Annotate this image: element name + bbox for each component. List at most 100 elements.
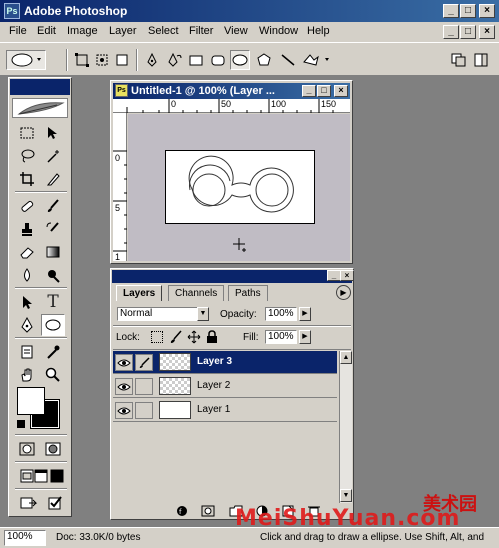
foreground-color-swatch-top[interactable] xyxy=(17,387,45,415)
blend-mode-select[interactable]: Normal xyxy=(117,307,205,321)
layer-name[interactable]: Layer 3 xyxy=(197,356,232,367)
slice-tool[interactable] xyxy=(41,168,65,190)
doc-window-close[interactable]: × xyxy=(334,85,348,97)
opacity-slider-button[interactable]: ▶ xyxy=(299,307,311,321)
menu-layer[interactable]: Layer xyxy=(109,25,137,37)
brush-tool[interactable] xyxy=(41,195,65,217)
history-brush-tool[interactable] xyxy=(41,218,65,240)
opacity-input[interactable]: 100% xyxy=(265,307,297,321)
eraser-tool[interactable] xyxy=(15,241,39,263)
layer-link-toggle[interactable] xyxy=(135,354,153,371)
doc-window-maximize[interactable]: □ xyxy=(317,85,331,97)
menu-edit[interactable]: Edit xyxy=(37,25,56,37)
workspace-button[interactable] xyxy=(471,50,491,70)
adobe-online-button[interactable] xyxy=(12,98,68,118)
layer-row[interactable]: Layer 2 xyxy=(113,375,337,398)
doc-minimize-button[interactable]: _ xyxy=(443,25,459,39)
palette-well-button[interactable] xyxy=(449,50,469,70)
visibility-toggle[interactable] xyxy=(115,354,133,371)
pen-tool-button[interactable] xyxy=(142,50,162,70)
menu-view[interactable]: View xyxy=(224,25,248,37)
blur-tool[interactable] xyxy=(15,264,39,286)
menu-filter[interactable]: Filter xyxy=(189,25,213,37)
rectangle-shape-button[interactable] xyxy=(186,50,206,70)
palette-close[interactable]: × xyxy=(340,270,354,281)
tab-paths[interactable]: Paths xyxy=(228,285,268,301)
custom-shape-button[interactable] xyxy=(300,50,334,70)
layer-row[interactable]: Layer 1 xyxy=(113,399,337,422)
pen-tool[interactable] xyxy=(15,314,39,336)
shape-layers-button[interactable] xyxy=(72,50,92,70)
layer-name[interactable]: Layer 2 xyxy=(197,380,230,391)
doc-window-minimize[interactable]: _ xyxy=(302,85,316,97)
lock-position-checkbox[interactable] xyxy=(187,330,201,347)
checkbox-tool-icon[interactable] xyxy=(43,492,67,514)
ellipse-shape-button[interactable] xyxy=(230,50,250,70)
doc-restore-button[interactable]: □ xyxy=(460,25,476,39)
palette-minimize[interactable]: _ xyxy=(327,270,341,281)
add-mask-button[interactable] xyxy=(201,505,215,517)
lock-image-checkbox[interactable] xyxy=(169,330,183,347)
dodge-tool[interactable] xyxy=(41,264,65,286)
healing-brush-tool[interactable] xyxy=(15,195,39,217)
minimize-button[interactable]: _ xyxy=(443,4,459,18)
move-tool[interactable] xyxy=(41,122,65,144)
doc-close-button[interactable]: × xyxy=(479,25,495,39)
document-info[interactable]: Doc: 33.0K/0 bytes xyxy=(56,532,141,543)
scroll-up-button[interactable]: ▲ xyxy=(340,351,352,364)
layer-link-toggle[interactable] xyxy=(135,402,153,419)
lasso-tool[interactable] xyxy=(15,145,39,167)
line-shape-button[interactable] xyxy=(278,50,298,70)
quick-mask-button[interactable] xyxy=(41,438,65,460)
visibility-toggle[interactable] xyxy=(115,402,133,419)
palette-menu-button[interactable]: ▶ xyxy=(336,285,351,300)
menu-window[interactable]: Window xyxy=(259,25,298,37)
magic-wand-tool[interactable] xyxy=(41,145,65,167)
jump-to-imageready-button[interactable] xyxy=(17,492,41,514)
gradient-tool[interactable] xyxy=(41,241,65,263)
menu-file[interactable]: File xyxy=(9,25,27,37)
layer-link-toggle[interactable] xyxy=(135,378,153,395)
clone-stamp-tool[interactable] xyxy=(15,218,39,240)
menu-image[interactable]: Image xyxy=(67,25,98,37)
menu-select[interactable]: Select xyxy=(148,25,179,37)
zoom-field[interactable]: 100% xyxy=(4,530,46,546)
maximize-button[interactable]: □ xyxy=(460,4,476,18)
type-tool[interactable]: T xyxy=(41,291,65,313)
fill-pixels-button[interactable] xyxy=(112,50,132,70)
marquee-tool[interactable] xyxy=(15,122,39,144)
blend-mode-dropdown[interactable]: ▼ xyxy=(197,307,209,321)
visibility-toggle[interactable] xyxy=(115,378,133,395)
paths-button[interactable] xyxy=(92,50,112,70)
screen-mode-full[interactable] xyxy=(45,465,69,487)
layer-name[interactable]: Layer 1 xyxy=(197,404,230,415)
crop-tool[interactable] xyxy=(15,168,39,190)
menu-help[interactable]: Help xyxy=(307,25,330,37)
tab-layers[interactable]: Layers xyxy=(116,285,163,301)
fill-slider-button[interactable]: ▶ xyxy=(299,330,311,344)
layer-row[interactable]: Layer 3 xyxy=(113,351,337,374)
close-button[interactable]: × xyxy=(479,4,495,18)
polygon-shape-button[interactable] xyxy=(254,50,274,70)
path-selection-tool[interactable] xyxy=(15,291,39,313)
layers-scrollbar[interactable]: ▲ ▼ xyxy=(339,351,352,503)
tool-preset-picker[interactable] xyxy=(6,50,46,70)
eyedropper-tool[interactable] xyxy=(41,341,65,363)
zoom-tool[interactable] xyxy=(41,364,65,386)
rounded-rectangle-button[interactable] xyxy=(208,50,228,70)
scroll-down-button[interactable]: ▼ xyxy=(340,489,352,502)
lock-transparency-checkbox[interactable] xyxy=(151,331,163,343)
fill-input[interactable]: 100% xyxy=(265,330,297,344)
lock-all-checkbox[interactable] xyxy=(206,330,218,347)
notes-tool[interactable] xyxy=(15,341,39,363)
layer-style-button[interactable]: f xyxy=(175,505,189,517)
tab-channels[interactable]: Channels xyxy=(168,285,225,301)
canvas-area[interactable] xyxy=(128,114,350,261)
document-canvas[interactable] xyxy=(165,150,315,224)
default-colors-icon[interactable] xyxy=(17,420,25,428)
freeform-pen-button[interactable] xyxy=(165,50,185,70)
ellipse-tool[interactable] xyxy=(41,314,65,336)
hand-tool[interactable] xyxy=(15,364,39,386)
standard-mode-button[interactable] xyxy=(15,438,39,460)
tab-channels-label: Channels xyxy=(175,288,218,299)
